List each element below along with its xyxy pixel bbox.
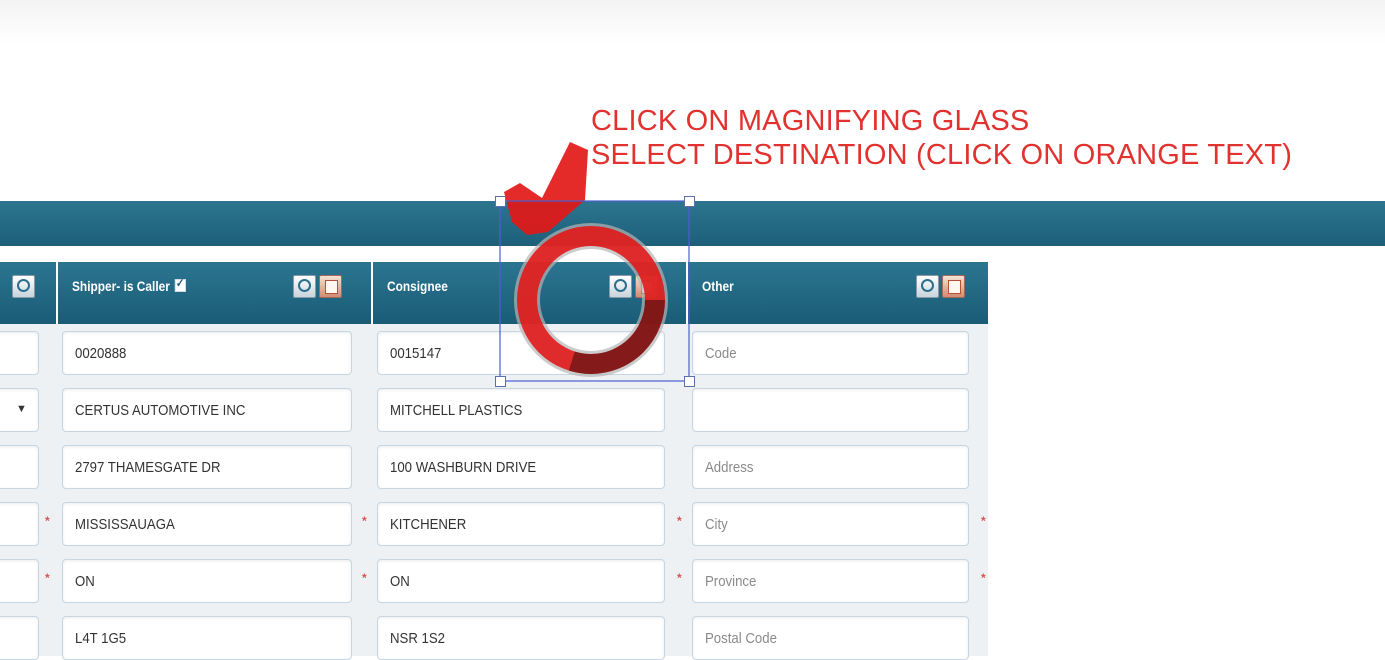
- consignee-code-field[interactable]: 0015147: [377, 331, 665, 375]
- other-code-field[interactable]: Code: [692, 331, 969, 375]
- other-name-field[interactable]: [692, 388, 969, 432]
- notepad-icon[interactable]: [635, 275, 658, 298]
- section-header-bar: [0, 201, 1385, 246]
- shipper-city-field[interactable]: MISSISSAUAGA: [62, 502, 352, 546]
- shipper-column-header: Shipper- is Caller: [58, 262, 373, 324]
- required-asterisk: *: [45, 571, 50, 585]
- other-address-field[interactable]: Address: [692, 445, 969, 489]
- shipper-name-field[interactable]: CERTUS AUTOMOTIVE INC: [62, 388, 352, 432]
- left-province-field[interactable]: [0, 559, 39, 603]
- required-asterisk: *: [45, 514, 50, 528]
- magnifying-glass-icon[interactable]: [12, 275, 35, 298]
- left-name-select[interactable]: ▼: [0, 388, 39, 432]
- resize-handle[interactable]: [684, 376, 695, 387]
- shipper-title: Shipper- is Caller: [72, 276, 187, 294]
- shipper-province-field[interactable]: ON: [62, 559, 352, 603]
- left-postal-field[interactable]: [0, 616, 39, 660]
- other-city-field[interactable]: City: [692, 502, 969, 546]
- left-city-field[interactable]: [0, 502, 39, 546]
- tutorial-annotation: CLICK ON MAGNIFYING GLASS SELECT DESTINA…: [591, 104, 1292, 172]
- consignee-title: Consignee: [387, 278, 448, 294]
- resize-handle[interactable]: [495, 196, 506, 207]
- annotation-line-2: SELECT DESTINATION (CLICK ON ORANGE TEXT…: [591, 139, 1293, 171]
- magnifying-glass-icon[interactable]: [609, 275, 632, 298]
- consignee-column-header: Consignee: [373, 262, 688, 324]
- required-asterisk: *: [362, 514, 367, 528]
- required-asterisk: *: [362, 571, 367, 585]
- shipper-address-field[interactable]: 2797 THAMESGATE DR: [62, 445, 352, 489]
- required-asterisk: *: [981, 514, 986, 528]
- shipper-postal-field[interactable]: L4T 1G5: [62, 616, 352, 660]
- resize-handle[interactable]: [495, 376, 506, 387]
- left-address-field[interactable]: [0, 445, 39, 489]
- other-postal-field[interactable]: Postal Code: [692, 616, 969, 660]
- consignee-name-field[interactable]: MITCHELL PLASTICS: [377, 388, 665, 432]
- consignee-province-field[interactable]: ON: [377, 559, 665, 603]
- notepad-icon[interactable]: [942, 275, 965, 298]
- chevron-down-icon: ▼: [16, 403, 27, 415]
- left-code-field[interactable]: [0, 331, 39, 375]
- magnifying-glass-icon[interactable]: [293, 275, 316, 298]
- required-asterisk: *: [677, 571, 682, 585]
- consignee-address-field[interactable]: 100 WASHBURN DRIVE: [377, 445, 665, 489]
- shipper-code-field[interactable]: 0020888: [62, 331, 352, 375]
- consignee-postal-field[interactable]: NSR 1S2: [377, 616, 665, 660]
- other-column-header: Other: [688, 262, 988, 324]
- magnifying-glass-icon[interactable]: [916, 275, 939, 298]
- required-asterisk: *: [981, 571, 986, 585]
- resize-handle[interactable]: [684, 196, 695, 207]
- required-asterisk: *: [677, 514, 682, 528]
- browser-top-strip: [0, 0, 1385, 44]
- annotation-line-1: CLICK ON MAGNIFYING GLASS: [591, 105, 1030, 137]
- shipper-is-caller-checkbox[interactable]: [174, 276, 187, 292]
- consignee-city-field[interactable]: KITCHENER: [377, 502, 665, 546]
- other-province-field[interactable]: Province: [692, 559, 969, 603]
- left-column-header: [0, 262, 58, 324]
- notepad-icon[interactable]: [319, 275, 342, 298]
- other-title: Other: [702, 278, 734, 294]
